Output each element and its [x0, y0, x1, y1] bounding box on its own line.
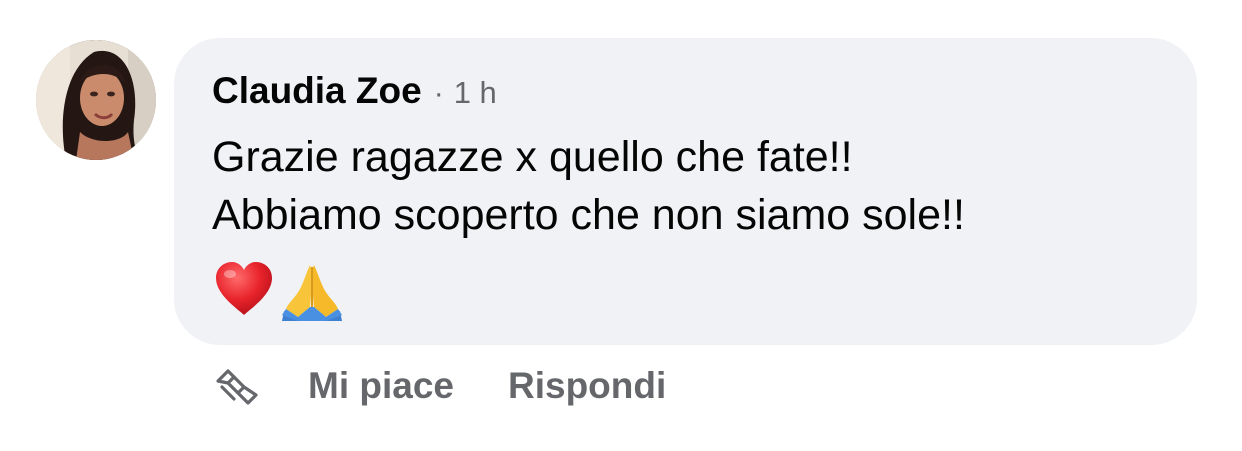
comment-header: Claudia Zoe · 1 h — [212, 70, 497, 114]
red-heart-icon — [216, 262, 272, 315]
author-name[interactable]: Claudia Zoe — [212, 70, 422, 112]
comment-line-1: Grazie ragazze x quello che fate!! — [212, 133, 853, 181]
like-icon[interactable] — [212, 363, 258, 409]
avatar[interactable] — [36, 40, 156, 160]
like-button[interactable]: Mi piace — [308, 365, 454, 407]
emoji-row — [212, 256, 344, 322]
comment-line-2: Abbiamo scoperto che non siamo sole!! — [212, 191, 965, 239]
reply-button[interactable]: Rispondi — [508, 365, 666, 407]
meta-separator: · — [433, 77, 444, 110]
folded-hands-icon — [282, 265, 342, 321]
comment-actions: Mi piace Rispondi — [212, 360, 666, 412]
comment-body: Grazie ragazze x quello che fate!! Abbia… — [212, 128, 1182, 244]
profile-photo — [36, 40, 156, 160]
comment-timestamp[interactable]: 1 h — [454, 75, 497, 111]
